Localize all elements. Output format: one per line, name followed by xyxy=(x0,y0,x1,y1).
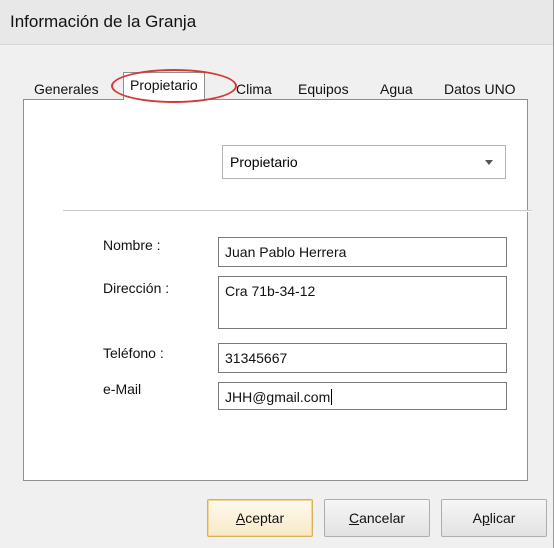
tab-agua[interactable]: Agua xyxy=(380,78,413,100)
apply-button[interactable]: Aplicar xyxy=(441,499,547,537)
accept-label: ceptar xyxy=(245,510,285,526)
tab-clima[interactable]: Clima xyxy=(236,78,272,100)
address-field[interactable]: Cra 71b-34-12 xyxy=(218,276,507,329)
panel-content: Propietario Nombre : Juan Pablo Herrera … xyxy=(36,112,532,468)
address-label: Dirección : xyxy=(103,280,170,296)
dropdown-arrow-icon[interactable] xyxy=(485,160,493,165)
email-field-value: JHH@gmail.com xyxy=(225,389,331,405)
text-caret xyxy=(331,389,333,405)
tab-strip: Generales Propietario Clima Equipos Agua… xyxy=(0,70,553,100)
cancel-label: ancelar xyxy=(359,510,406,526)
accept-button[interactable]: Aceptar xyxy=(207,499,313,537)
email-field[interactable]: JHH@gmail.com xyxy=(218,382,507,410)
apply-mnemonic: p xyxy=(481,510,490,526)
phone-field[interactable]: 31345667 xyxy=(218,343,507,373)
title-bar[interactable]: Información de la Granja xyxy=(0,0,553,45)
address-field-value: Cra 71b-34-12 xyxy=(225,283,316,299)
owner-type-select[interactable]: Propietario xyxy=(222,145,506,179)
tab-equipos[interactable]: Equipos xyxy=(298,78,349,100)
name-label: Nombre : xyxy=(103,237,161,253)
name-field[interactable]: Juan Pablo Herrera xyxy=(218,237,507,267)
section-divider xyxy=(63,210,532,212)
phone-field-value: 31345667 xyxy=(225,350,288,366)
name-field-value: Juan Pablo Herrera xyxy=(225,244,347,260)
tab-propietario[interactable]: Propietario xyxy=(123,72,205,100)
owner-type-value: Propietario xyxy=(230,154,298,170)
window-title: Información de la Granja xyxy=(10,12,197,31)
cancel-mnemonic: C xyxy=(348,510,360,526)
tab-generales[interactable]: Generales xyxy=(34,78,99,100)
tab-panel-propietario: Propietario Nombre : Juan Pablo Herrera … xyxy=(23,99,532,481)
apply-label: licar xyxy=(489,510,516,526)
cancel-button[interactable]: Cancelar xyxy=(324,499,430,537)
accept-mnemonic: A xyxy=(235,510,246,526)
tab-datos-uno[interactable]: Datos UNO xyxy=(444,78,516,100)
phone-label: Teléfono : xyxy=(103,345,164,361)
email-label: e-Mail xyxy=(103,381,142,397)
dialog-window: Información de la Granja Generales Propi… xyxy=(0,0,554,548)
apply-prefix: A xyxy=(472,510,482,526)
